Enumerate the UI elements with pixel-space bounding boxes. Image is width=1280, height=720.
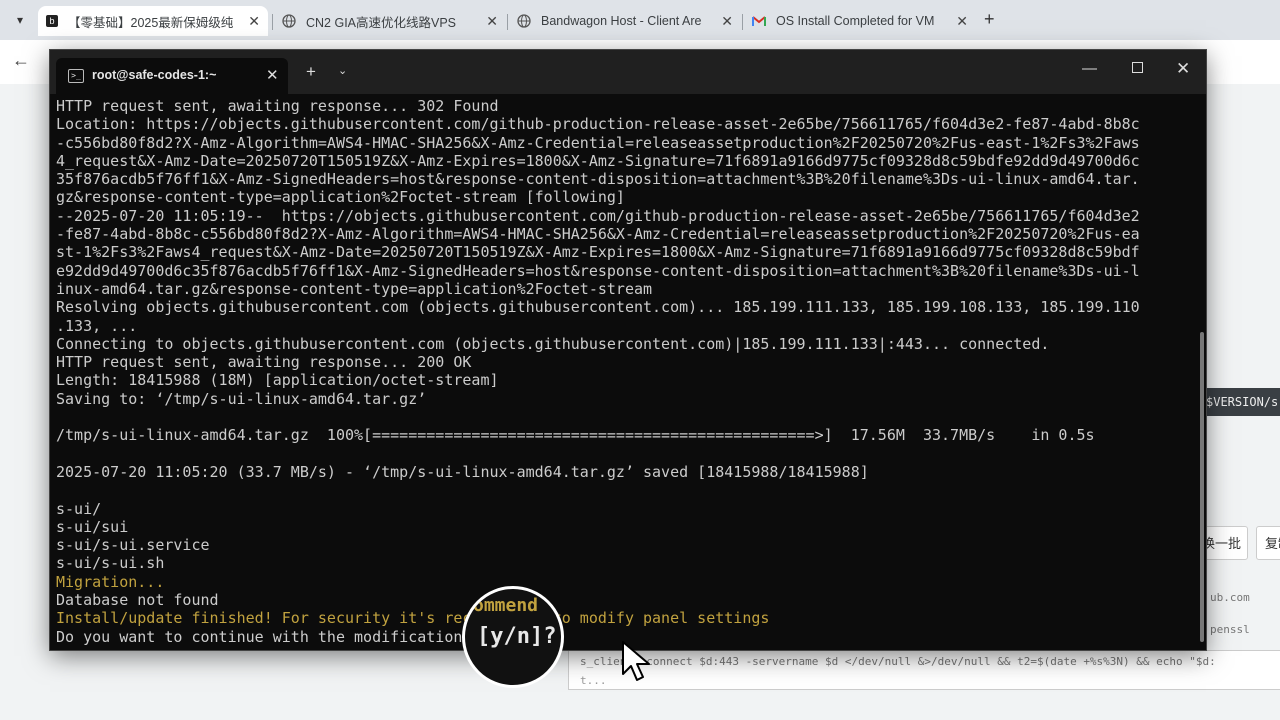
terminal-line: HTTP request sent, awaiting response... … [56,97,499,115]
mouse-pointer-icon [622,641,650,681]
background-command-text: s_client -connect $d:443 -servername $d … [580,655,1216,668]
terminal-line: st-1%2Fs3%2Faws4_request&X-Amz-Date=2025… [56,243,1140,262]
terminal-line: s-ui/sui [56,517,129,536]
background-text: penssl [1210,623,1250,636]
terminal-profile-dropdown-icon[interactable]: ⌄ [338,64,347,77]
terminal-scrollbar[interactable] [1200,332,1204,642]
terminal-title-bar[interactable]: >_ root@safe-codes-1:~ ✕ + ⌄ — ✕ [50,50,1206,94]
terminal-line: HTTP request sent, awaiting response... … [56,353,472,372]
tab-title: 【零基础】2025最新保姆级纯 [68,15,234,30]
tab-title: Bandwagon Host - Client Are [541,14,702,28]
minimize-window-button[interactable]: — [1082,60,1097,77]
terminal-line: Connecting to objects.githubusercontent.… [56,334,1050,353]
terminal-line: Resolving objects.githubusercontent.com … [56,298,1140,317]
tab-divider [507,14,508,30]
close-terminal-tab-icon[interactable]: ✕ [266,66,279,84]
browser-tab-1[interactable]: b 【零基础】2025最新保姆级纯 ✕ [38,6,268,36]
tab-divider [742,14,743,30]
maximize-window-button[interactable] [1132,62,1143,73]
magnified-text: ommend [473,595,539,616]
tab-divider [272,14,273,30]
terminal-tab-title: root@safe-codes-1:~ [92,68,217,82]
tab-title: OS Install Completed for VM [776,14,935,28]
terminal-line: 35f876acdb5f76ff1&X-Amz-SignedHeaders=ho… [56,170,1140,189]
browser-tab-bar: ▾ b 【零基础】2025最新保姆级纯 ✕ CN2 GIA高速优化线路VPS ✕… [0,0,1280,40]
bilibili-icon: b [46,15,58,27]
terminal-line: Database not found [56,591,219,610]
terminal-line: e92dd9d49700d6c35f876acdb5f76ff1&X-Amz-S… [56,261,1140,280]
new-terminal-tab-button[interactable]: + [306,62,316,82]
terminal-line: Install/update finished! For security it… [56,609,770,628]
browser-tab-4[interactable]: OS Install Completed for VM ✕ [744,6,976,36]
close-tab-icon[interactable]: ✕ [486,13,498,30]
background-text: ub.com [1210,591,1250,604]
copy-button[interactable]: 复制 [1256,526,1280,560]
terminal-line: s-ui/s-ui.sh [56,554,165,573]
terminal-line: Location: https://objects.githubusercont… [56,115,1140,134]
terminal-tab[interactable]: >_ root@safe-codes-1:~ ✕ [56,58,288,94]
terminal-line: Saving to: ‘/tmp/s-ui-linux-amd64.tar.gz… [56,389,427,408]
terminal-line: Length: 18415988 (18M) [application/octe… [56,371,499,390]
terminal-line: /tmp/s-ui-linux-amd64.tar.gz 100%[======… [56,426,1095,445]
terminal-line: -fe87-4abd-8b8c-c556bd80f8d2?X-Amz-Algor… [56,225,1140,244]
terminal-line: -c556bd80f8d2?X-Amz-Algorithm=AWS4-HMAC-… [56,133,1140,152]
terminal-line: s-ui/s-ui.service [56,536,210,555]
close-window-button[interactable]: ✕ [1176,59,1190,79]
background-command-text: t... [580,674,607,687]
gmail-icon [752,14,766,28]
browser-tab-2[interactable]: CN2 GIA高速优化线路VPS ✕ [274,6,506,36]
terminal-line: 4_request&X-Amz-Date=20250720T150519Z&X-… [56,151,1140,170]
back-arrow-icon[interactable]: ← [12,50,30,71]
terminal-line: Migration... [56,572,165,591]
terminal-line: s-ui/ [56,499,102,518]
terminal-icon: >_ [68,69,84,83]
background-code-snippet: $VERSION/s [1200,388,1280,416]
close-tab-icon[interactable]: ✕ [721,13,733,30]
terminal-line: 2025-07-20 11:05:20 (33.7 MB/s) - ‘/tmp/… [56,462,869,481]
terminal-line: gz&response-content-type=application%2Fo… [56,188,625,207]
tab-title: CN2 GIA高速优化线路VPS [306,15,457,30]
terminal-output[interactable]: HTTP request sent, awaiting response... … [56,97,1196,649]
globe-icon [282,14,296,28]
terminal-window[interactable]: >_ root@safe-codes-1:~ ✕ + ⌄ — ✕ HTTP re… [50,50,1206,650]
browser-tab-3[interactable]: Bandwagon Host - Client Are ✕ [509,6,741,36]
tab-search-dropdown-icon[interactable]: ▾ [10,10,30,30]
magnifier-lens: ommend [y/n]? [462,586,564,688]
terminal-line: --2025-07-20 11:05:19-- https://objects.… [56,206,1140,225]
close-tab-icon[interactable]: ✕ [956,13,968,30]
magnified-prompt: [y/n]? [477,624,557,649]
globe-icon [517,14,531,28]
terminal-line: inux-amd64.tar.gz&response-content-type=… [56,279,653,298]
terminal-line: .133, ... [56,316,138,335]
close-tab-icon[interactable]: ✕ [248,13,260,30]
new-tab-button[interactable]: + [984,9,995,30]
